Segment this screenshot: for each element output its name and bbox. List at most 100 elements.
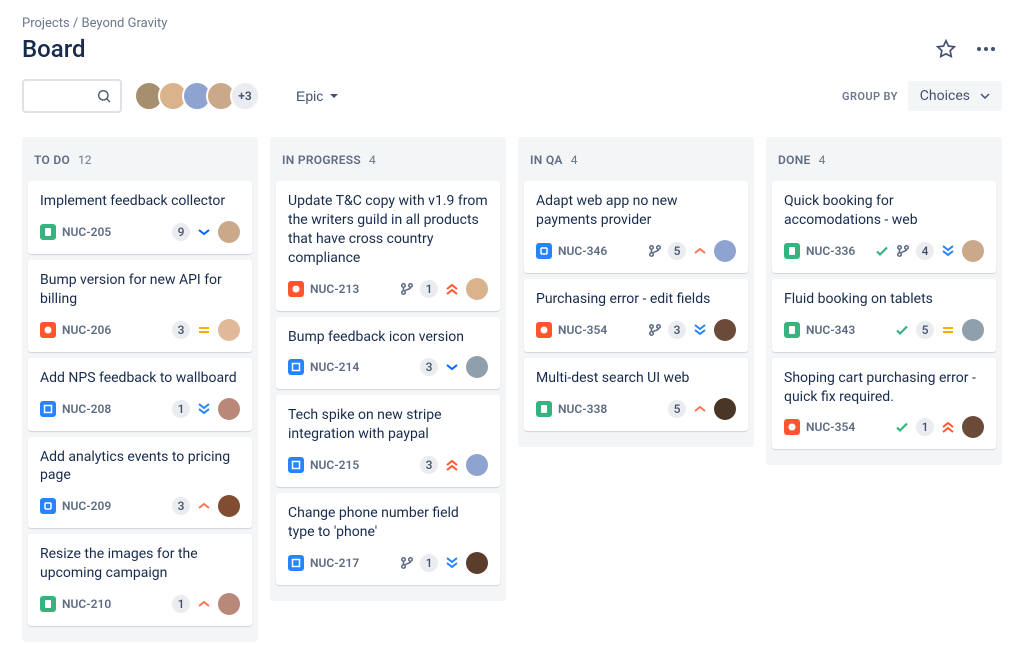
priority-icon — [196, 224, 212, 240]
priority-icon — [444, 555, 460, 571]
issue-card[interactable]: Resize the images for the upcoming campa… — [28, 534, 252, 626]
assignee-avatar[interactable] — [466, 454, 488, 476]
issue-card[interactable]: Bump feedback icon versionNUC-2143 — [276, 317, 500, 390]
assignee-avatar[interactable] — [218, 593, 240, 615]
card-title: Tech spike on new stripe integration wit… — [288, 406, 488, 444]
issue-key: NUC-217 — [310, 556, 359, 570]
board-column: DONE4Quick booking for accomodations - w… — [766, 137, 1002, 465]
groupby-select[interactable]: Choices — [908, 81, 1002, 111]
column-title: IN PROGRESS — [282, 153, 361, 167]
card-title: Add analytics events to pricing page — [40, 448, 240, 486]
issue-type-icon — [784, 322, 800, 338]
issue-key: NUC-215 — [310, 458, 359, 472]
page-title: Board — [22, 35, 86, 63]
priority-icon — [692, 401, 708, 417]
avatar-overflow[interactable]: +3 — [230, 81, 260, 111]
breadcrumb-project[interactable]: Beyond Gravity — [82, 16, 168, 31]
issue-type-icon — [536, 322, 552, 338]
issue-type-icon — [288, 457, 304, 473]
issue-card[interactable]: Fluid booking on tabletsNUC-3435 — [772, 279, 996, 352]
branch-icon — [400, 556, 414, 570]
card-title: Multi-dest search UI web — [536, 369, 736, 388]
assignee-avatar[interactable] — [466, 278, 488, 300]
issue-card[interactable]: Implement feedback collector NUC-205 9 — [28, 181, 252, 254]
breadcrumb-parent[interactable]: Projects — [22, 16, 70, 31]
assignee-avatar[interactable] — [218, 398, 240, 420]
assignee-avatar[interactable] — [218, 319, 240, 341]
story-points-badge: 3 — [668, 321, 686, 339]
done-check-icon — [894, 419, 910, 435]
assignee-avatar[interactable] — [962, 416, 984, 438]
story-points-badge: 3 — [420, 456, 438, 474]
search-icon — [96, 88, 112, 104]
card-title: Shoping cart purchasing error - quick fi… — [784, 369, 984, 407]
assignee-avatar[interactable] — [714, 240, 736, 262]
issue-card[interactable]: Shoping cart purchasing error - quick fi… — [772, 358, 996, 450]
story-points-badge: 5 — [668, 242, 686, 260]
story-points-badge: 5 — [916, 321, 934, 339]
issue-card[interactable]: Add NPS feedback to wallboardNUC-2081 — [28, 358, 252, 431]
priority-icon — [692, 322, 708, 338]
star-icon — [936, 39, 956, 59]
issue-key: NUC-354 — [558, 323, 607, 337]
issue-card[interactable]: Bump version for new API for billingNUC-… — [28, 260, 252, 352]
assignee-avatar[interactable] — [962, 240, 984, 262]
story-points-badge: 9 — [172, 223, 190, 241]
branch-icon — [896, 244, 910, 258]
chevron-down-icon — [980, 93, 990, 99]
avatar-stack[interactable]: +3 — [134, 81, 260, 111]
card-title: Implement feedback collector — [40, 192, 240, 211]
priority-icon — [692, 243, 708, 259]
assignee-avatar[interactable] — [714, 398, 736, 420]
issue-card[interactable]: Purchasing error - edit fieldsNUC-3543 — [524, 279, 748, 352]
issue-type-icon — [40, 401, 56, 417]
story-points-badge: 5 — [668, 400, 686, 418]
assignee-avatar[interactable] — [218, 495, 240, 517]
column-count: 4 — [819, 153, 826, 167]
epic-filter[interactable]: Epic — [286, 82, 349, 110]
search-input[interactable] — [22, 79, 122, 113]
issue-key: NUC-206 — [62, 323, 111, 337]
issue-card[interactable]: Change phone number field type to 'phone… — [276, 493, 500, 585]
assignee-avatar[interactable] — [218, 221, 240, 243]
issue-type-icon — [288, 555, 304, 571]
assignee-avatar[interactable] — [466, 552, 488, 574]
issue-type-icon — [40, 596, 56, 612]
issue-key: NUC-214 — [310, 360, 359, 374]
assignee-avatar[interactable] — [714, 319, 736, 341]
issue-type-icon — [40, 498, 56, 514]
assignee-avatar[interactable] — [962, 319, 984, 341]
priority-icon — [444, 457, 460, 473]
story-points-badge: 1 — [172, 400, 190, 418]
issue-card[interactable]: Update T&C copy with v1.9 from the write… — [276, 181, 500, 311]
issue-card[interactable]: Multi-dest search UI webNUC-3385 — [524, 358, 748, 431]
chevron-down-icon — [329, 93, 339, 99]
issue-card[interactable]: Adapt web app no new payments providerNU… — [524, 181, 748, 273]
assignee-avatar[interactable] — [466, 356, 488, 378]
priority-icon — [940, 322, 956, 338]
issue-type-icon — [536, 243, 552, 259]
more-button[interactable] — [970, 33, 1002, 65]
breadcrumb-separator: / — [73, 16, 82, 31]
column-count: 4 — [369, 153, 376, 167]
column-title: TO DO — [34, 153, 70, 167]
issue-key: NUC-336 — [806, 244, 855, 258]
priority-icon — [940, 243, 956, 259]
board-column: TO DO12Implement feedback collectorNUC-2… — [22, 137, 258, 642]
issue-type-icon — [288, 359, 304, 375]
issue-key: NUC-346 — [558, 244, 607, 258]
story-points-badge: 3 — [172, 497, 190, 515]
priority-icon — [196, 401, 212, 417]
priority-icon — [940, 419, 956, 435]
issue-card[interactable]: Tech spike on new stripe integration wit… — [276, 395, 500, 487]
issue-type-icon — [40, 322, 56, 338]
star-button[interactable] — [930, 33, 962, 65]
issue-type-icon — [40, 224, 56, 240]
issue-card[interactable]: Add analytics events to pricing pageNUC-… — [28, 437, 252, 529]
issue-type-icon — [536, 401, 552, 417]
branch-icon — [648, 244, 662, 258]
branch-icon — [648, 323, 662, 337]
issue-card[interactable]: Quick booking for accomodations - webNUC… — [772, 181, 996, 273]
epic-label: Epic — [296, 88, 323, 104]
issue-key: NUC-205 — [62, 225, 111, 239]
